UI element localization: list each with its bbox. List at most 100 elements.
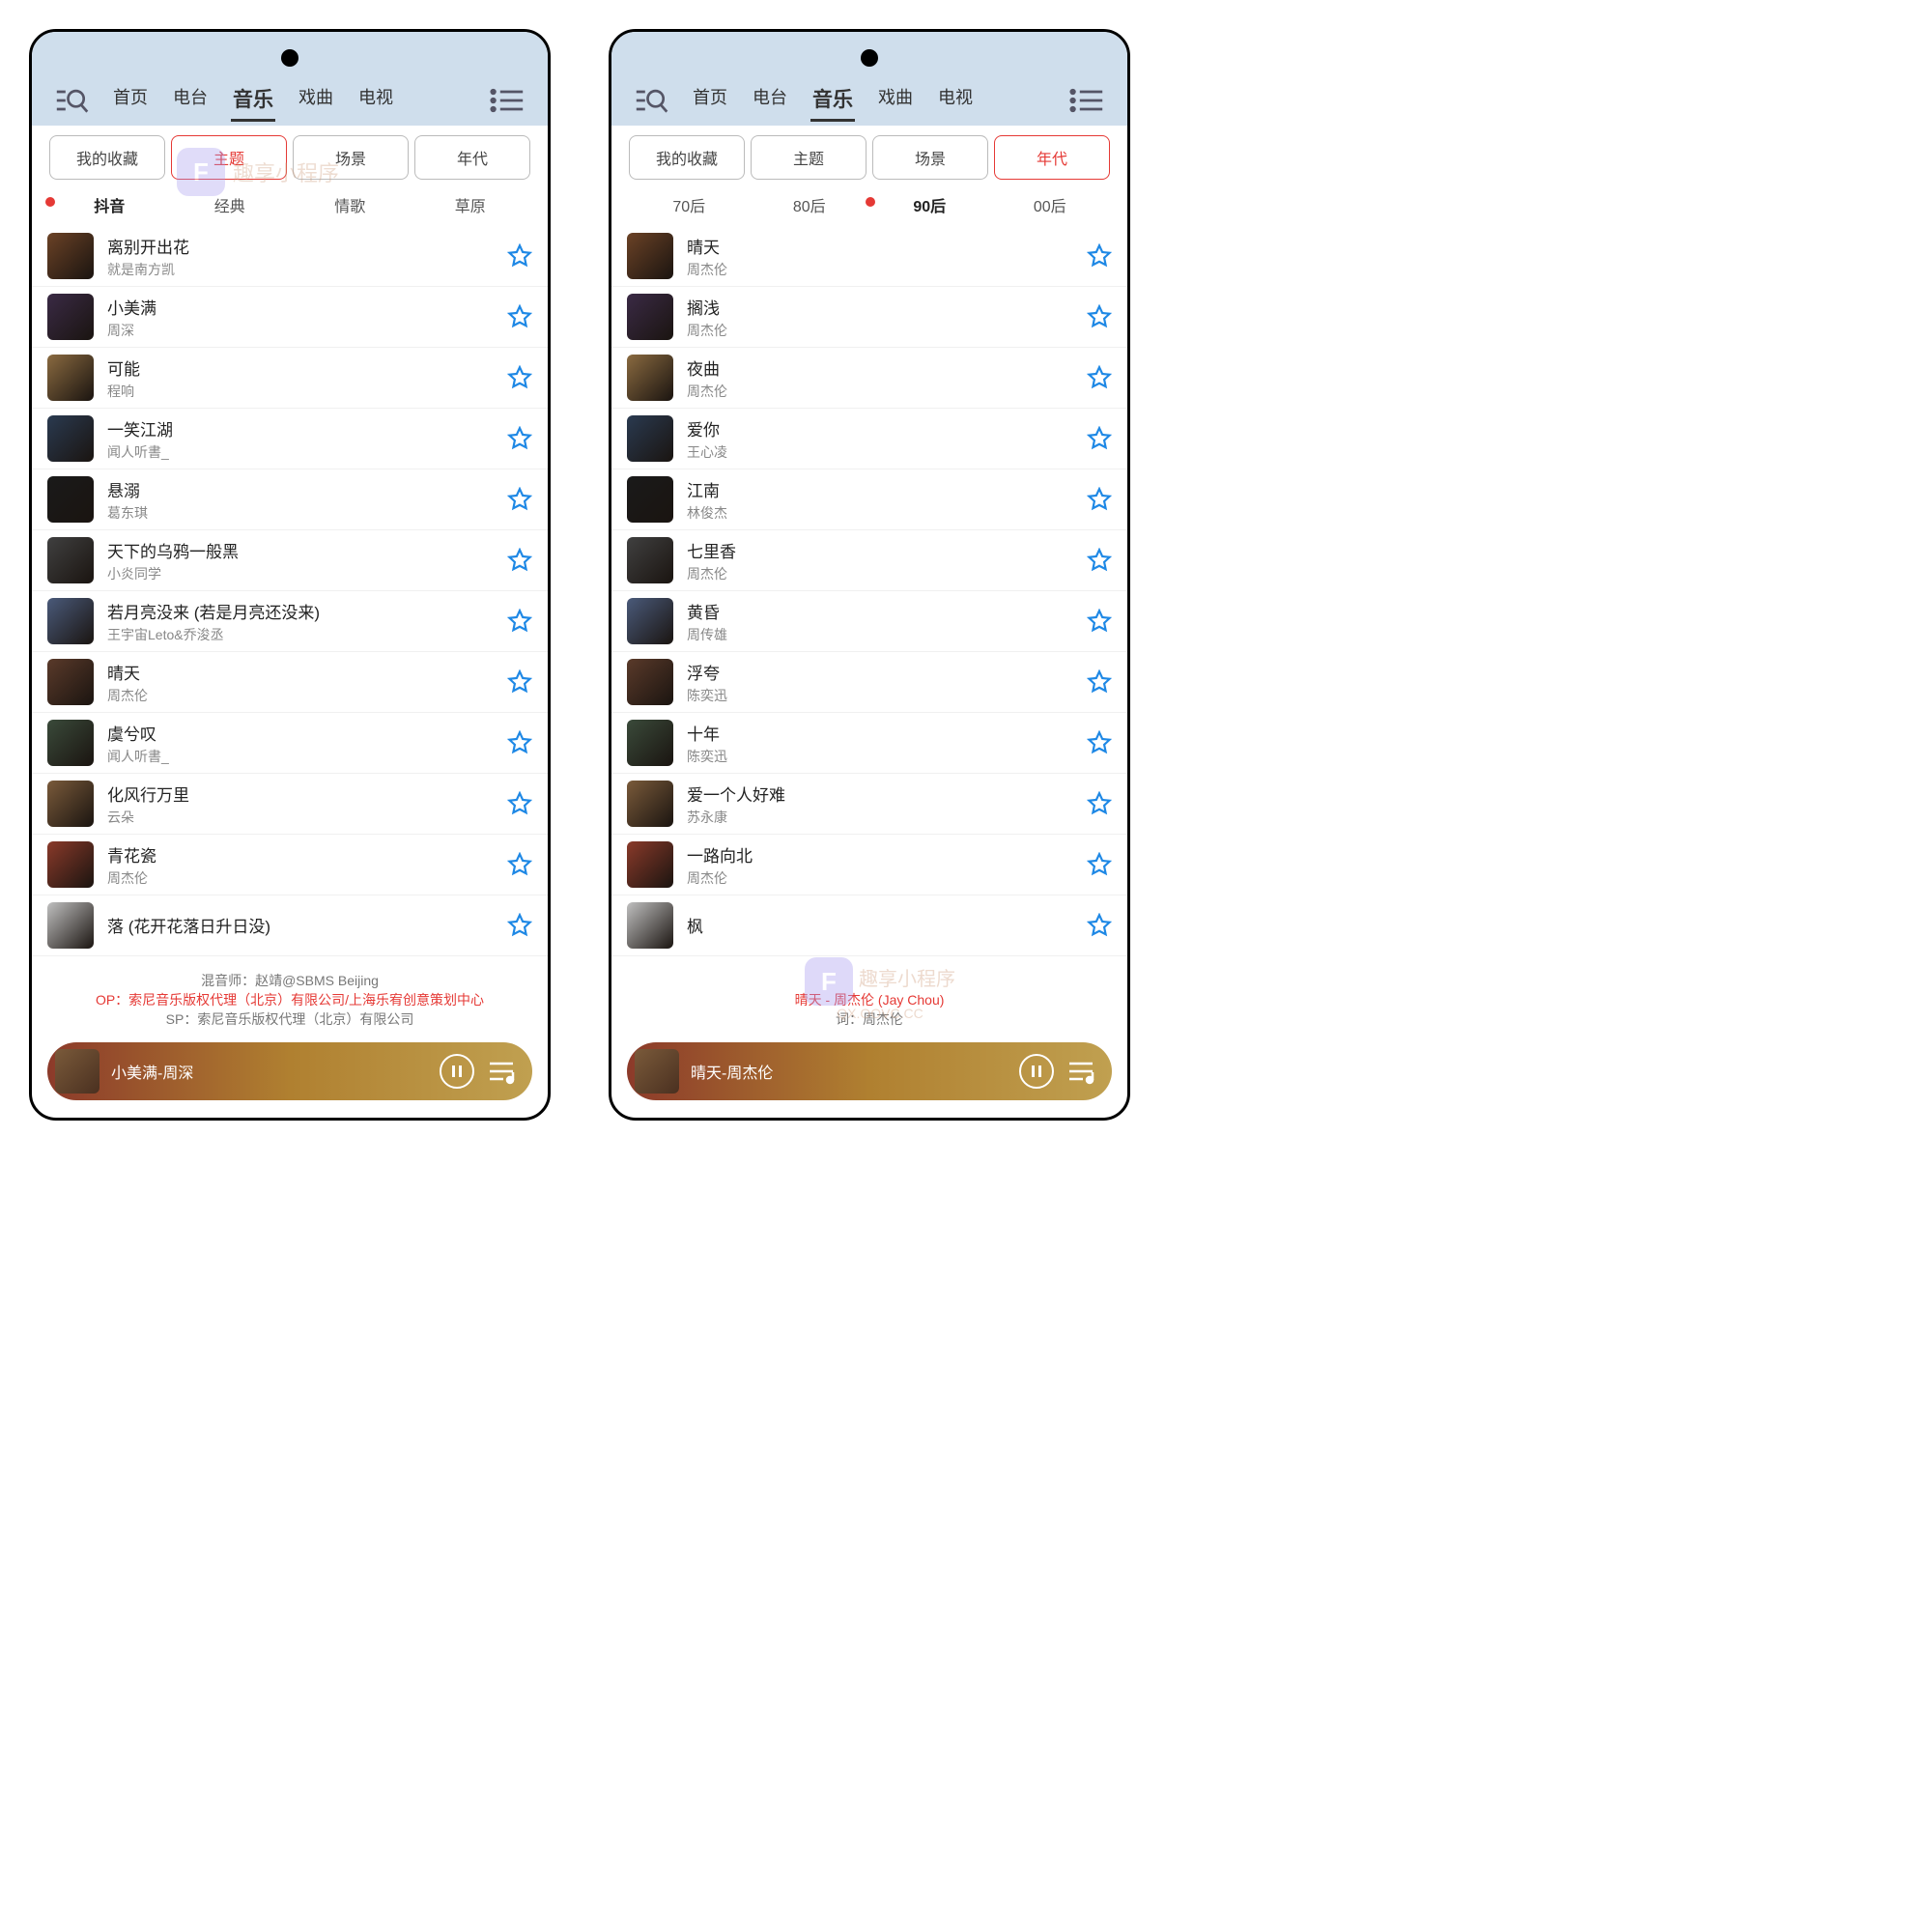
song-row[interactable]: 悬溺葛东琪 <box>32 469 548 530</box>
song-row[interactable]: 爱一个人好难苏永康 <box>611 774 1127 835</box>
search-icon[interactable] <box>51 83 94 118</box>
credits: 混音师：赵靖@SBMS Beijing OP：索尼音乐版权代理（北京）有限公司/… <box>32 967 548 1033</box>
tab-radio[interactable]: 电台 <box>171 78 210 122</box>
category-row: 抖音 经典 情歌 草原 <box>32 184 548 226</box>
cat-80s[interactable]: 80后 <box>750 193 870 216</box>
filter-favorites[interactable]: 我的收藏 <box>49 135 165 180</box>
song-row[interactable]: 枫 <box>611 895 1127 956</box>
song-row[interactable]: 爱你王心凌 <box>611 409 1127 469</box>
player-bar[interactable]: 小美满-周深 <box>47 1042 532 1100</box>
song-row[interactable]: 十年陈奕迅 <box>611 713 1127 774</box>
tab-music[interactable]: 音乐 <box>231 78 275 122</box>
favorite-star-icon[interactable] <box>1087 913 1112 938</box>
song-row[interactable]: 虞兮叹闻人听書_ <box>32 713 548 774</box>
song-row[interactable]: 若月亮没来 (若是月亮还没来)王宇宙Leto&乔浚丞 <box>32 591 548 652</box>
filter-favorites[interactable]: 我的收藏 <box>629 135 745 180</box>
song-row[interactable]: 化风行万里云朵 <box>32 774 548 835</box>
favorite-star-icon[interactable] <box>507 913 532 938</box>
player-thumbnail[interactable] <box>635 1049 679 1094</box>
song-row[interactable]: 黄昏周传雄 <box>611 591 1127 652</box>
queue-icon[interactable] <box>1065 1056 1096 1087</box>
filter-era[interactable]: 年代 <box>994 135 1110 180</box>
song-row[interactable]: 青花瓷周杰伦 <box>32 835 548 895</box>
cat-00s[interactable]: 00后 <box>990 193 1111 216</box>
song-list[interactable]: 离别开出花就是南方凯小美满周深可能程响一笑江湖闻人听書_悬溺葛东琪天下的乌鸦一般… <box>32 226 548 967</box>
tab-tv[interactable]: 电视 <box>936 78 975 122</box>
song-row[interactable]: 可能程响 <box>32 348 548 409</box>
favorite-star-icon[interactable] <box>507 243 532 269</box>
active-dot-icon <box>866 197 875 207</box>
song-row[interactable]: 晴天周杰伦 <box>611 226 1127 287</box>
favorite-star-icon[interactable] <box>507 487 532 512</box>
pause-button[interactable] <box>1019 1054 1054 1089</box>
favorite-star-icon[interactable] <box>507 852 532 877</box>
song-row[interactable]: 七里香周杰伦 <box>611 530 1127 591</box>
queue-icon[interactable] <box>486 1056 517 1087</box>
cat-douyin[interactable]: 抖音 <box>49 193 170 216</box>
tab-tv[interactable]: 电视 <box>356 78 395 122</box>
song-artist: 陈奕迅 <box>687 747 1087 766</box>
tab-music[interactable]: 音乐 <box>810 78 855 122</box>
favorite-star-icon[interactable] <box>1087 852 1112 877</box>
favorite-star-icon[interactable] <box>507 791 532 816</box>
song-row[interactable]: 江南林俊杰 <box>611 469 1127 530</box>
song-info: 夜曲周杰伦 <box>687 355 1087 401</box>
song-row[interactable]: 浮夸陈奕迅 <box>611 652 1127 713</box>
song-thumbnail <box>47 781 94 827</box>
song-title: 枫 <box>687 913 1087 937</box>
favorite-star-icon[interactable] <box>507 609 532 634</box>
song-info: 浮夸陈奕迅 <box>687 660 1087 705</box>
filter-theme[interactable]: 主题 <box>751 135 867 180</box>
filter-era[interactable]: 年代 <box>414 135 530 180</box>
player-bar[interactable]: 晴天-周杰伦 <box>627 1042 1112 1100</box>
song-row[interactable]: 落 (花开花落日升日没) <box>32 895 548 956</box>
favorite-star-icon[interactable] <box>1087 548 1112 573</box>
favorite-star-icon[interactable] <box>1087 609 1112 634</box>
song-row[interactable]: 离别开出花就是南方凯 <box>32 226 548 287</box>
song-row[interactable]: 搁浅周杰伦 <box>611 287 1127 348</box>
tab-radio[interactable]: 电台 <box>751 78 789 122</box>
cat-70s[interactable]: 70后 <box>629 193 750 216</box>
menu-icon[interactable] <box>486 83 528 118</box>
favorite-star-icon[interactable] <box>507 365 532 390</box>
player-thumbnail[interactable] <box>55 1049 99 1094</box>
tab-opera[interactable]: 戏曲 <box>876 78 915 122</box>
song-list[interactable]: 晴天周杰伦搁浅周杰伦夜曲周杰伦爱你王心凌江南林俊杰七里香周杰伦黄昏周传雄浮夸陈奕… <box>611 226 1127 986</box>
favorite-star-icon[interactable] <box>507 669 532 695</box>
song-row[interactable]: 小美满周深 <box>32 287 548 348</box>
song-row[interactable]: 晴天周杰伦 <box>32 652 548 713</box>
cat-grassland[interactable]: 草原 <box>411 193 531 216</box>
tab-home[interactable]: 首页 <box>691 78 729 122</box>
filter-scene[interactable]: 场景 <box>872 135 988 180</box>
song-row[interactable]: 一笑江湖闻人听書_ <box>32 409 548 469</box>
song-title: 七里香 <box>687 538 1087 562</box>
filter-row: 我的收藏 主题 场景 年代 <box>32 126 548 184</box>
song-row[interactable]: 天下的乌鸦一般黑小炎同学 <box>32 530 548 591</box>
favorite-star-icon[interactable] <box>1087 304 1112 329</box>
favorite-star-icon[interactable] <box>1087 487 1112 512</box>
tab-opera[interactable]: 戏曲 <box>297 78 335 122</box>
favorite-star-icon[interactable] <box>507 730 532 755</box>
favorite-star-icon[interactable] <box>1087 365 1112 390</box>
search-icon[interactable] <box>631 83 673 118</box>
favorite-star-icon[interactable] <box>1087 730 1112 755</box>
favorite-star-icon[interactable] <box>1087 243 1112 269</box>
camera-notch <box>281 49 298 67</box>
favorite-star-icon[interactable] <box>507 304 532 329</box>
filter-theme[interactable]: 主题 <box>171 135 287 180</box>
favorite-star-icon[interactable] <box>1087 426 1112 451</box>
favorite-star-icon[interactable] <box>1087 791 1112 816</box>
menu-icon[interactable] <box>1065 83 1108 118</box>
favorite-star-icon[interactable] <box>507 548 532 573</box>
pause-button[interactable] <box>440 1054 474 1089</box>
song-row[interactable]: 夜曲周杰伦 <box>611 348 1127 409</box>
filter-scene[interactable]: 场景 <box>293 135 409 180</box>
favorite-star-icon[interactable] <box>1087 669 1112 695</box>
cat-love[interactable]: 情歌 <box>290 193 411 216</box>
song-row[interactable]: 一路向北周杰伦 <box>611 835 1127 895</box>
cat-90s[interactable]: 90后 <box>869 193 990 216</box>
cat-classic[interactable]: 经典 <box>170 193 291 216</box>
tab-home[interactable]: 首页 <box>111 78 150 122</box>
favorite-star-icon[interactable] <box>507 426 532 451</box>
song-thumbnail <box>47 355 94 401</box>
